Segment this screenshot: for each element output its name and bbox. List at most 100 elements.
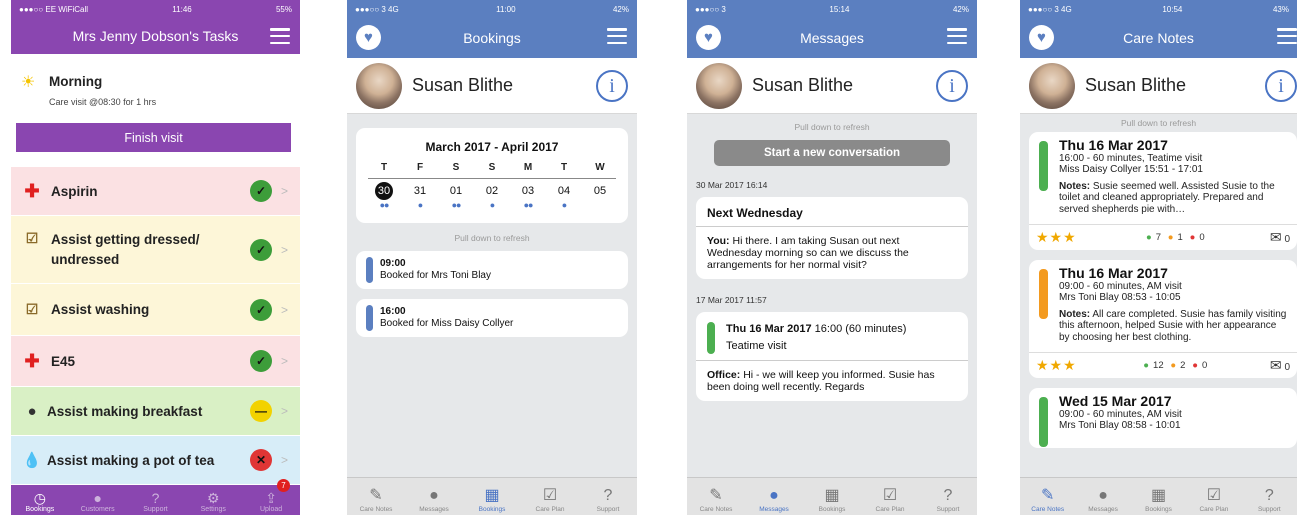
tab-messages[interactable]: ● Messages	[1075, 478, 1130, 515]
rating-stars-icon: ★★★	[1036, 357, 1077, 373]
orange-count: 2	[1180, 360, 1186, 371]
clipboard-icon: ☑	[25, 230, 39, 246]
envelope-icon[interactable]: ✉	[1270, 357, 1282, 373]
envelope-icon[interactable]: ✉	[1270, 229, 1282, 245]
note-carer: Mrs Toni Blay 08:53 - 10:05	[1059, 292, 1181, 303]
red-dot-icon: ●	[1189, 232, 1196, 243]
care-notes-screen: ●●●○○ 3 4G 10:54 43% ♥ Care Notes Susan …	[1020, 0, 1297, 515]
booking-item[interactable]: 09:00 Booked for Mrs Toni Blay	[356, 251, 628, 289]
info-icon[interactable]: i	[596, 70, 628, 102]
date-cell[interactable]: 02	[479, 182, 505, 200]
tab-support[interactable]: ? Support	[579, 478, 637, 515]
note-text: Susie seemed well. Assisted Susie to the…	[1059, 180, 1275, 215]
booking-dots: ●●	[523, 200, 534, 210]
tab-support[interactable]: ? Support	[919, 478, 977, 515]
chat-bubble-icon: ●	[1098, 487, 1108, 504]
tab-care-plan[interactable]: ☑ Care Plan	[521, 478, 579, 515]
task-row-e45[interactable]: ✚ E45 ✓ >	[11, 336, 300, 387]
info-icon[interactable]: i	[1265, 70, 1297, 102]
nav-bar: ♥ Care Notes	[1020, 18, 1297, 58]
menu-icon[interactable]	[270, 28, 290, 44]
finish-visit-button[interactable]: Finish visit	[16, 123, 291, 152]
note-label: Notes:	[1059, 308, 1091, 320]
care-note-card[interactable]: Wed 15 Mar 2017 09:00 - 60 minutes, AM v…	[1029, 388, 1297, 448]
battery: 43%	[1272, 4, 1289, 14]
message-card[interactable]: Thu 16 Mar 2017 16:00 (60 minutes) Teati…	[696, 312, 968, 401]
note-visit: 16:00 - 60 minutes, Teatime visit	[1059, 152, 1203, 164]
message-date: 30 Mar 2017 16:14	[696, 180, 768, 190]
task-label: Assist getting dressed/ undressed	[51, 231, 200, 267]
task-row-tea[interactable]: 💧 Assist making a pot of tea ✕ >	[11, 436, 300, 485]
task-summary: ● 12 ● 2 ● 0	[1139, 360, 1207, 371]
tab-upload[interactable]: ⇪ 7 Upload	[242, 479, 300, 515]
done-check-icon: ✓	[250, 298, 272, 321]
tab-messages[interactable]: ● Messages	[745, 478, 803, 515]
message-card[interactable]: Next Wednesday You: Hi there. I am takin…	[696, 197, 968, 279]
notes-icon: ✎	[369, 487, 383, 504]
task-summary: ● 7 ● 1 ● 0	[1142, 232, 1205, 243]
menu-icon[interactable]	[1277, 28, 1297, 44]
booking-item[interactable]: 16:00 Booked for Miss Daisy Collyer	[356, 299, 628, 337]
date-cell[interactable]: 03	[515, 182, 541, 200]
tab-care-notes[interactable]: ✎ Care Notes	[1020, 478, 1075, 515]
task-row-washing[interactable]: ☑ Assist washing ✓ >	[11, 284, 300, 336]
message-body: Hi there. I am taking Susan out next Wed…	[707, 235, 909, 271]
date-cell[interactable]: 05	[587, 182, 613, 200]
apple-icon: ●	[27, 402, 37, 420]
date-cell[interactable]: 31	[407, 182, 433, 200]
pull-to-refresh: Pull down to refresh	[1120, 118, 1197, 128]
chevron-right-icon: >	[280, 404, 288, 418]
green-count: 12	[1153, 360, 1164, 371]
task-row-breakfast[interactable]: ● Assist making breakfast — >	[11, 387, 300, 436]
upload-badge: 7	[276, 479, 290, 492]
rating-stars-icon: ★★★	[1036, 229, 1077, 245]
green-dot-icon: ●	[1143, 360, 1150, 371]
tab-settings[interactable]: ⚙ Settings	[184, 485, 242, 515]
carrier: ●●●○○ 3	[695, 4, 726, 14]
task-label: E45	[51, 353, 76, 369]
visit-detail: Care visit @08:30 for 1 hrs	[49, 97, 157, 107]
tab-label: Care Plan	[535, 506, 565, 513]
tab-label: Bookings	[25, 506, 55, 513]
info-icon[interactable]: i	[936, 70, 968, 102]
tab-messages[interactable]: ● Messages	[405, 478, 463, 515]
tab-bookings[interactable]: ◷ Bookings	[11, 485, 69, 515]
tab-label: Care Plan	[1199, 506, 1229, 513]
care-note-card[interactable]: Thu 16 Mar 2017 09:00 - 60 minutes, AM v…	[1029, 260, 1297, 378]
done-check-icon: ✓	[250, 350, 272, 372]
water-drop-icon: 💧	[22, 452, 42, 469]
tab-support[interactable]: ? Support	[1242, 478, 1297, 515]
status-bar: ●●●○○ 3 4G 11:00 42%	[347, 0, 637, 18]
battery: 42%	[952, 4, 969, 14]
tab-bookings[interactable]: ▦ Bookings	[1131, 478, 1186, 515]
menu-icon[interactable]	[947, 28, 967, 44]
weekday-row: TFSSMTW	[356, 162, 628, 173]
date-cell[interactable]: 30	[371, 182, 397, 200]
tab-label: Care Plan	[875, 506, 905, 513]
new-conversation-button[interactable]: Start a new conversation	[714, 140, 950, 166]
tab-care-notes[interactable]: ✎ Care Notes	[347, 478, 405, 515]
tab-care-notes[interactable]: ✎ Care Notes	[687, 478, 745, 515]
care-note-card[interactable]: Thu 16 Mar 2017 16:00 - 60 minutes, Teat…	[1029, 132, 1297, 250]
heart-logo-icon[interactable]: ♥	[696, 25, 721, 50]
date-cell[interactable]: 04	[551, 182, 577, 200]
chat-bubble-icon: ●	[429, 487, 439, 504]
clock: 11:46	[172, 4, 192, 14]
tab-bookings[interactable]: ▦ Bookings	[463, 478, 521, 515]
task-row-aspirin[interactable]: ✚ Aspirin ✓ >	[11, 167, 300, 216]
task-row-dressed[interactable]: ☑ Assist getting dressed/ undressed ✓ >	[11, 216, 300, 284]
chevron-right-icon: >	[280, 302, 288, 317]
weekday: F	[416, 162, 424, 173]
tab-customers[interactable]: ● Customers	[69, 485, 127, 515]
menu-icon[interactable]	[607, 28, 627, 44]
tab-bookings[interactable]: ▦ Bookings	[803, 478, 861, 515]
not-done-cross-icon: ✕	[250, 449, 272, 471]
tab-care-plan[interactable]: ☑ Care Plan	[1186, 478, 1241, 515]
nav-bar: Mrs Jenny Dobson's Tasks	[11, 18, 300, 54]
heart-logo-icon[interactable]: ♥	[356, 25, 381, 50]
heart-logo-icon[interactable]: ♥	[1029, 25, 1054, 50]
tab-care-plan[interactable]: ☑ Care Plan	[861, 478, 919, 515]
tab-support[interactable]: ? Support	[127, 485, 185, 515]
clock-icon: ◷	[33, 490, 46, 506]
date-cell[interactable]: 01	[443, 182, 469, 200]
